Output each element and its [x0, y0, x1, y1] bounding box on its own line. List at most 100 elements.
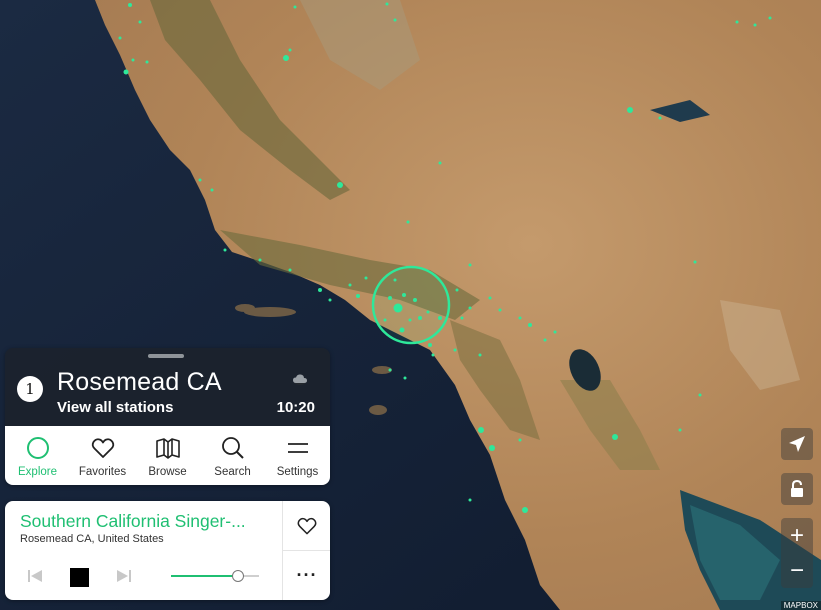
- zoom-in-button[interactable]: +: [781, 518, 813, 553]
- station-dot[interactable]: [768, 16, 772, 20]
- station-dot[interactable]: [406, 220, 410, 224]
- station-dot[interactable]: [478, 427, 484, 433]
- station-dot[interactable]: [698, 393, 702, 397]
- station-dot[interactable]: [383, 318, 387, 322]
- station-dot[interactable]: [402, 293, 406, 297]
- station-dot[interactable]: [145, 60, 149, 64]
- station-dot[interactable]: [488, 296, 492, 300]
- search-icon: [221, 437, 244, 459]
- nav-label: Favorites: [78, 466, 127, 478]
- station-dot[interactable]: [518, 316, 522, 320]
- station-dot[interactable]: [693, 260, 697, 264]
- player-card: Southern California Singer-... Rosemead …: [5, 501, 330, 600]
- station-dot[interactable]: [678, 428, 682, 432]
- lock-button[interactable]: [781, 473, 813, 505]
- favorite-button[interactable]: [282, 501, 330, 551]
- station-dot[interactable]: [356, 294, 360, 298]
- station-dot[interactable]: [388, 296, 392, 300]
- station-dot[interactable]: [393, 278, 397, 282]
- nav-label: Search: [214, 466, 251, 478]
- station-count-badge: 1: [17, 376, 43, 402]
- nav-browse[interactable]: Browse: [135, 426, 200, 485]
- station-dot[interactable]: [328, 298, 332, 302]
- station-dot[interactable]: [498, 308, 502, 312]
- station-dot[interactable]: [612, 434, 618, 440]
- drag-handle[interactable]: [148, 354, 184, 358]
- station-dot[interactable]: [118, 36, 122, 40]
- heart-icon: [91, 438, 114, 458]
- station-dot[interactable]: [489, 445, 495, 451]
- station-dot[interactable]: [453, 348, 457, 352]
- navigation-arrow-icon: [789, 436, 805, 452]
- station-dot[interactable]: [658, 116, 662, 120]
- station-dot[interactable]: [553, 330, 557, 334]
- station-dot[interactable]: [258, 258, 262, 262]
- nav-settings[interactable]: Settings: [265, 426, 330, 485]
- map-attribution[interactable]: MAPBOX: [780, 601, 821, 610]
- volume-slider[interactable]: [171, 570, 259, 582]
- station-dot[interactable]: [522, 507, 528, 513]
- station-dot[interactable]: [288, 268, 292, 272]
- station-dot[interactable]: [403, 376, 407, 380]
- station-dot[interactable]: [413, 298, 417, 302]
- station-dot[interactable]: [364, 276, 368, 280]
- station-dot[interactable]: [431, 353, 435, 357]
- station-dot[interactable]: [468, 306, 472, 310]
- zoom-out-button[interactable]: −: [781, 553, 813, 588]
- station-dot[interactable]: [128, 3, 132, 7]
- station-dot[interactable]: [293, 5, 297, 9]
- station-dot[interactable]: [318, 288, 322, 292]
- station-dot[interactable]: [426, 310, 430, 314]
- station-dot[interactable]: [138, 20, 142, 24]
- local-time: 10:20: [276, 399, 315, 416]
- station-dot[interactable]: [478, 353, 482, 357]
- more-options-button[interactable]: ···: [282, 551, 330, 600]
- station-dot[interactable]: [393, 303, 403, 313]
- bottom-nav: Explore Favorites Browse Search Settings: [5, 426, 330, 485]
- station-dot[interactable]: [627, 107, 633, 113]
- unlock-icon: [791, 480, 803, 497]
- station-dot[interactable]: [528, 323, 532, 327]
- station-dot[interactable]: [518, 438, 522, 442]
- stop-button[interactable]: [70, 568, 89, 587]
- station-dot[interactable]: [438, 316, 442, 320]
- station-dot[interactable]: [123, 69, 129, 75]
- station-dot[interactable]: [399, 327, 405, 333]
- station-dot[interactable]: [288, 48, 292, 52]
- station-dot[interactable]: [428, 343, 432, 347]
- station-dot[interactable]: [455, 288, 459, 292]
- previous-icon[interactable]: [27, 568, 43, 584]
- nav-explore[interactable]: Explore: [5, 426, 70, 485]
- station-dot[interactable]: [438, 161, 442, 165]
- station-location: Rosemead CA, United States: [20, 533, 164, 545]
- station-dot[interactable]: [393, 18, 397, 22]
- station-dot[interactable]: [460, 316, 464, 320]
- location-header[interactable]: 1 Rosemead CA View all stations 10:20: [5, 348, 330, 426]
- station-dot[interactable]: [348, 283, 352, 287]
- nav-search[interactable]: Search: [200, 426, 265, 485]
- nav-favorites[interactable]: Favorites: [70, 426, 135, 485]
- circle-icon: [26, 437, 49, 459]
- station-name[interactable]: Southern California Singer-...: [20, 511, 246, 532]
- station-dot[interactable]: [543, 338, 547, 342]
- locate-button[interactable]: [781, 428, 813, 460]
- station-dot[interactable]: [131, 58, 135, 62]
- station-dot[interactable]: [418, 316, 422, 320]
- view-all-stations-link[interactable]: View all stations: [57, 399, 173, 416]
- station-dot[interactable]: [223, 248, 227, 252]
- nav-label: Settings: [276, 466, 319, 478]
- station-dot[interactable]: [283, 55, 289, 61]
- station-dot[interactable]: [735, 20, 739, 24]
- station-dot[interactable]: [408, 318, 412, 322]
- station-dot[interactable]: [198, 178, 202, 182]
- cloud-icon: [293, 374, 307, 383]
- station-dot[interactable]: [385, 2, 389, 6]
- volume-knob[interactable]: [231, 570, 244, 582]
- next-icon[interactable]: [116, 568, 132, 584]
- station-dot[interactable]: [468, 263, 472, 267]
- station-dot[interactable]: [468, 498, 472, 502]
- station-dot[interactable]: [388, 368, 392, 372]
- station-dot[interactable]: [337, 182, 343, 188]
- station-dot[interactable]: [753, 23, 757, 27]
- station-dot[interactable]: [210, 188, 214, 192]
